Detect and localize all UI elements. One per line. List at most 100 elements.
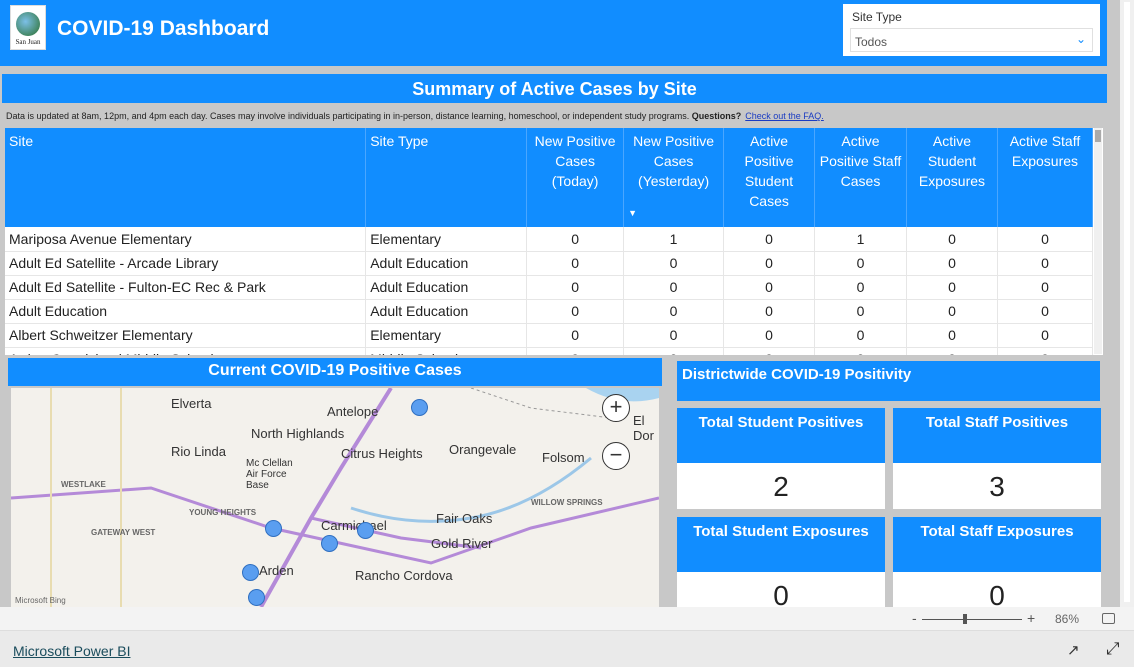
column-header[interactable]: Active Positive Student Cases	[723, 128, 816, 227]
table-cell: 0	[814, 275, 907, 300]
zoom-out-button[interactable]: −	[602, 442, 630, 470]
map-place-label: Folsom	[542, 450, 585, 465]
table-cell: 0	[906, 275, 998, 300]
map-place-label: Citrus Heights	[341, 446, 423, 461]
summary-title: Summary of Active Cases by Site	[2, 74, 1107, 103]
map-place-label: Antelope	[327, 404, 379, 419]
table-cell: Albert Schweitzer Elementary	[5, 323, 367, 348]
case-marker[interactable]	[357, 522, 374, 539]
kpi-card-student-exposures: Total Student Exposures 0	[677, 517, 885, 618]
map-place-label: Rio Linda	[171, 444, 226, 459]
table-row[interactable]: Mariposa Avenue Elementary Elementary 0 1 0 1…	[5, 227, 1094, 252]
column-header[interactable]: New Positive Cases (Today)	[526, 128, 625, 227]
share-icon[interactable]: ↗	[1067, 641, 1080, 659]
zoom-out-control[interactable]: -	[912, 610, 917, 626]
column-header[interactable]: Active Staff Exposures	[997, 128, 1094, 227]
kpi-label: Total Student Exposures	[677, 517, 885, 572]
update-note: Data is updated at 8am, 12pm, and 4pm ea…	[6, 111, 824, 121]
column-header[interactable]: Active Student Exposures	[906, 128, 998, 227]
map-place-label: North Highlands	[251, 426, 345, 441]
kpi-label: Total Staff Exposures	[893, 517, 1101, 572]
table-cell: 0	[723, 299, 816, 324]
chevron-down-icon: ⌄	[1075, 32, 1086, 46]
column-header[interactable]: Site Type	[365, 128, 528, 227]
case-marker[interactable]	[321, 535, 338, 552]
table-row[interactable]: Adult Education Adult Education 0 0 0 0 0 0	[5, 299, 1094, 324]
case-marker[interactable]	[265, 520, 282, 537]
table-row[interactable]: Arden-Carmichael Middle SchoolMiddle Sch…	[5, 347, 1094, 355]
district-logo: San Juan	[10, 5, 46, 50]
map-place-label: Carmichael	[321, 518, 387, 533]
table-cell: 0	[814, 323, 907, 348]
zoom-level: 86%	[1055, 612, 1080, 626]
table-cell: 0	[997, 299, 1094, 324]
table-cell: 0	[526, 299, 625, 324]
map-place-label: El Dor	[633, 413, 654, 443]
table-row[interactable]: Albert Schweitzer Elementary Elementary 0 0…	[5, 323, 1094, 348]
map-attribution: Microsoft Bing	[15, 596, 66, 605]
table-cell: 0	[723, 251, 816, 276]
table-cell: Adult Education	[365, 251, 528, 276]
table-cell: Middle School	[365, 347, 528, 355]
table-cell: Adult Ed Satellite - Arcade Library	[5, 251, 367, 276]
table-cell: 1	[623, 227, 725, 252]
table-row[interactable]: Adult Ed Satellite - Arcade Library Adult…	[5, 251, 1094, 276]
map-place-label: WESTLAKE	[61, 480, 106, 489]
page-scrollbar[interactable]	[1120, 0, 1134, 607]
kpi-label: Total Student Positives	[677, 408, 885, 463]
map-place-label: Gold River	[431, 536, 493, 551]
kpi-card-staff-exposures: Total Staff Exposures 0	[893, 517, 1101, 618]
table-cell: 0	[623, 299, 725, 324]
table-cell: Adult Education	[5, 299, 367, 324]
table-row[interactable]: Adult Ed Satellite - Fulton-EC Rec & Par…	[5, 275, 1094, 300]
case-marker[interactable]	[242, 564, 259, 581]
table-cell: 0	[723, 275, 816, 300]
table-cell: 0	[526, 275, 625, 300]
zoom-in-control[interactable]: +	[1027, 610, 1035, 626]
table-cell: 0	[623, 251, 725, 276]
site-type-slicer: Site Type Todos ⌄	[843, 4, 1100, 56]
table-cell: 0	[997, 251, 1094, 276]
table-scrollbar[interactable]	[1094, 128, 1102, 354]
map-place-label: Arden	[259, 563, 294, 578]
cases-map[interactable]: Elverta Antelope North Highlands Rio Linda C…	[11, 388, 659, 607]
fullscreen-icon[interactable]: ⤢	[1106, 639, 1120, 659]
table-cell: 0	[526, 347, 625, 355]
column-header[interactable]: Active Positive Staff Cases	[814, 128, 907, 227]
zoom-slider-handle[interactable]	[963, 614, 967, 624]
page-title: COVID-19 Dashboard	[57, 17, 270, 40]
table-cell: 0	[723, 347, 816, 355]
column-header[interactable]: Site	[5, 128, 367, 227]
column-header[interactable]: New Positive Cases (Yesterday) ▼	[623, 128, 725, 227]
table-cell: Adult Education	[365, 299, 528, 324]
map-place-label: GATEWAY WEST	[91, 528, 156, 537]
case-marker[interactable]	[248, 589, 265, 606]
map-place-label: Elverta	[171, 396, 212, 411]
map-place-label: Mc Clellan Air Force Base	[246, 458, 293, 491]
power-bi-link[interactable]: Microsoft Power BI	[13, 643, 130, 659]
table-cell: 0	[623, 347, 725, 355]
kpi-value: 2	[677, 463, 885, 509]
map-place-label: Rancho Cordova	[355, 568, 453, 583]
zoom-bar: - + 86%	[0, 607, 1134, 631]
table-cell: Arden-Carmichael Middle School	[5, 347, 367, 355]
site-type-dropdown[interactable]: Todos ⌄	[850, 28, 1093, 52]
table-cell: 1	[814, 227, 907, 252]
kpi-value: 3	[893, 463, 1101, 509]
table-cell: 0	[997, 323, 1094, 348]
questions-label: Questions?	[691, 111, 742, 121]
districtwide-title: Districtwide COVID-19 Positivity	[677, 361, 1100, 401]
case-marker[interactable]	[411, 399, 428, 416]
faq-link[interactable]: Check out the FAQ.	[745, 111, 824, 121]
table-cell: 0	[623, 323, 725, 348]
zoom-slider[interactable]	[922, 619, 1022, 620]
table-cell: 0	[906, 347, 998, 355]
table-cell: 0	[997, 227, 1094, 252]
table-cell: 0	[906, 299, 998, 324]
zoom-in-button[interactable]: +	[602, 394, 630, 422]
map-place-label: Fair Oaks	[436, 511, 493, 526]
fit-to-page-icon[interactable]	[1102, 613, 1115, 624]
table-cell: 0	[526, 323, 625, 348]
map-place-label: YOUNG HEIGHTS	[189, 508, 257, 517]
map-place-label: Orangevale	[449, 442, 517, 457]
